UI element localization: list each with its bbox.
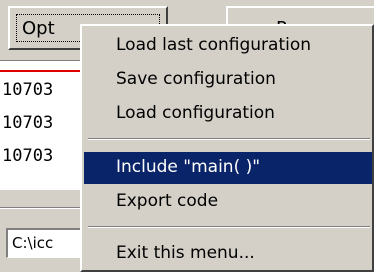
menu-item-label: Include "main( )" — [116, 157, 261, 177]
menu-item-include-main[interactable]: Include "main( )" — [84, 152, 372, 184]
menu-item-load-last-configuration[interactable]: Load last configuration — [84, 30, 372, 62]
menu-separator — [88, 226, 370, 228]
panel-divider — [0, 207, 80, 209]
menu-item-label: Load last configuration — [116, 35, 312, 55]
menu-item-load-configuration[interactable]: Load configuration — [84, 98, 372, 130]
menu-item-label: Export code — [116, 191, 219, 211]
menu-separator — [88, 138, 370, 140]
menu-item-label: Load configuration — [116, 103, 275, 123]
menu-item-export-code[interactable]: Export code — [84, 186, 372, 218]
menu-item-label: Save configuration — [116, 69, 276, 89]
menu-item-label: Exit this menu... — [116, 243, 255, 263]
list-item[interactable]: 10703 — [2, 146, 53, 166]
options-button-label: Opt — [22, 18, 55, 39]
list-item[interactable]: 10703 — [2, 80, 53, 100]
options-context-menu: Load last configuration Save configurati… — [80, 24, 374, 272]
menu-item-save-configuration[interactable]: Save configuration — [84, 64, 372, 96]
menu-item-exit-menu[interactable]: Exit this menu... — [84, 238, 372, 270]
list-item[interactable]: 10703 — [2, 113, 53, 133]
path-field-value: C:\icc — [12, 234, 54, 252]
